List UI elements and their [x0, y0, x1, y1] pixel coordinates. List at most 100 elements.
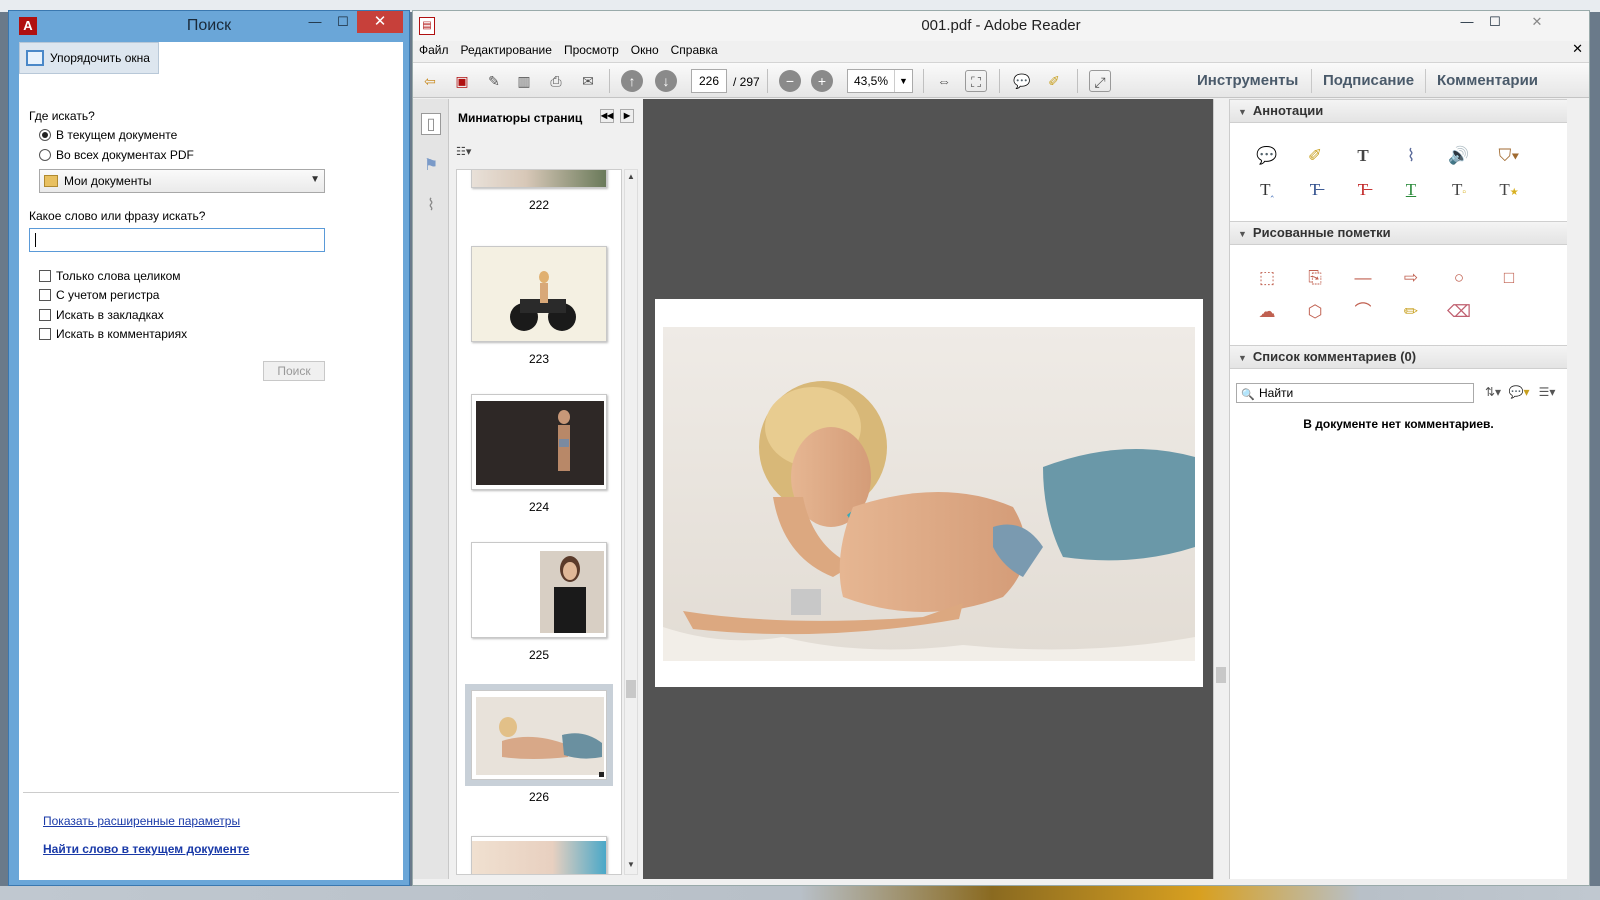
attach-file-icon[interactable]: ⌇ — [1398, 143, 1424, 169]
thumbnail-223[interactable]: 223 — [471, 246, 607, 366]
menu-help[interactable]: Справка — [665, 41, 724, 61]
attachment-icon[interactable]: ⌇ — [421, 195, 441, 217]
search-titlebar[interactable]: A Поиск — ☐ ✕ — [9, 11, 409, 41]
comment-list-title: Список комментариев (0) — [1252, 349, 1417, 364]
reader-maximize-button[interactable]: ☐ — [1481, 11, 1509, 33]
scroll-up-icon[interactable]: ▲ — [625, 172, 637, 184]
thumbnail-options-icon[interactable]: ☷▾ — [456, 145, 480, 161]
reader-close-button[interactable]: ✕ — [1523, 11, 1551, 33]
fit-page-icon[interactable]: ⛶ — [965, 70, 987, 92]
options-icon[interactable]: ☰▾ — [1534, 379, 1560, 405]
document-view[interactable] — [643, 99, 1213, 879]
search-input[interactable] — [29, 228, 325, 252]
save-icon[interactable]: ▥ — [513, 70, 535, 92]
pdf-page — [655, 299, 1203, 687]
bookmark-icon[interactable]: ⚑ — [421, 155, 441, 177]
scrollbar-thumb[interactable] — [626, 680, 636, 698]
sticky-note-icon[interactable]: 💬 — [1011, 70, 1033, 92]
page-number-input[interactable]: 226 — [691, 69, 727, 93]
rectangle-icon[interactable]: □ — [1496, 265, 1522, 291]
stamp-icon[interactable]: ⛉▾ — [1496, 143, 1522, 169]
strikethrough-icon[interactable]: T̶ — [1350, 177, 1376, 203]
sticky-note-icon[interactable]: 💬 — [1254, 143, 1280, 169]
email-icon[interactable]: ✉ — [577, 70, 599, 92]
checkbox-comments[interactable]: Искать в комментариях — [39, 327, 187, 341]
folder-dropdown[interactable]: Мои документы ▼ — [39, 169, 325, 193]
find-word-link[interactable]: Найти слово в текущем документе — [43, 842, 249, 856]
close-button[interactable]: ✕ — [357, 11, 403, 33]
arrow-icon[interactable]: ⇨ — [1398, 265, 1424, 291]
fit-width-icon[interactable]: ⇔ — [933, 70, 955, 92]
document-close-button[interactable]: ✕ — [1572, 41, 1583, 57]
zoom-level-input[interactable]: 43,5% ▼ — [847, 69, 913, 93]
text-box-icon[interactable]: ⬚ — [1254, 265, 1280, 291]
tab-tools[interactable]: Инструменты — [1197, 72, 1298, 89]
record-audio-icon[interactable]: 🔊 — [1446, 143, 1472, 169]
scroll-down-icon[interactable]: ▼ — [625, 860, 637, 872]
radio-current-document[interactable]: В текущем документе — [39, 128, 177, 142]
minimize-button[interactable]: — — [301, 11, 329, 33]
thumbnail-226[interactable]: 226 — [465, 684, 613, 804]
advanced-options-link[interactable]: Показать расширенные параметры — [43, 814, 240, 828]
expand-right-icon[interactable]: ▶ — [620, 109, 634, 123]
sort-icon[interactable]: ⇅▾ — [1480, 379, 1506, 405]
previous-page-icon[interactable]: ↑ — [621, 70, 643, 92]
callout-icon[interactable]: ⎘ — [1302, 265, 1328, 291]
insert-text-icon[interactable]: T‸ — [1254, 177, 1280, 203]
highlight-text-icon[interactable]: ✐ — [1302, 143, 1328, 169]
checkbox-bookmarks[interactable]: Искать в закладках — [39, 308, 164, 322]
right-panel-scrollbar[interactable] — [1569, 99, 1589, 879]
line-icon[interactable]: — — [1350, 265, 1376, 291]
thumbnail-222[interactable]: 222 — [471, 170, 607, 212]
replace-text-icon[interactable]: T̶ — [1302, 177, 1328, 203]
document-scrollbar[interactable] — [1213, 99, 1227, 879]
add-text-icon[interactable]: T — [1350, 143, 1376, 169]
radio-unselected-icon — [39, 149, 51, 161]
highlight-icon[interactable]: ✐ — [1043, 70, 1065, 92]
polygon-icon[interactable]: ⬡ — [1302, 299, 1328, 325]
search-button[interactable]: Поиск — [263, 361, 325, 381]
menu-file[interactable]: Файл — [413, 41, 455, 61]
checkbox-whole-words[interactable]: Только слова целиком — [39, 269, 181, 283]
underline-icon[interactable]: T — [1398, 177, 1424, 203]
text-highlight-star-icon[interactable]: T★ — [1496, 177, 1522, 203]
connected-lines-icon[interactable]: ⌒ — [1350, 299, 1376, 325]
annotations-header[interactable]: ▼ Аннотации — [1230, 99, 1567, 123]
print-icon[interactable]: ⎙ — [545, 70, 567, 92]
reader-titlebar[interactable]: ▤ 001.pdf - Adobe Reader — ☐ ✕ — [413, 11, 1589, 41]
scrollbar-thumb[interactable] — [1216, 667, 1226, 683]
zoom-in-icon[interactable]: + — [811, 70, 833, 92]
pencil-icon[interactable]: ✏ — [1398, 299, 1424, 325]
menu-edit[interactable]: Редактирование — [455, 41, 558, 61]
checkbox-match-case[interactable]: С учетом регистра — [39, 288, 159, 302]
menu-window[interactable]: Окно — [625, 41, 665, 61]
thumbnail-next[interactable] — [471, 836, 607, 874]
find-comment-input[interactable]: 🔍 Найти — [1236, 383, 1474, 403]
filter-comments-icon[interactable]: 💬▾ — [1506, 379, 1532, 405]
radio-all-documents[interactable]: Во всех документах PDF — [39, 148, 194, 162]
open-icon[interactable]: ⇦ — [419, 70, 441, 92]
maximize-button[interactable]: ☐ — [329, 11, 357, 33]
comment-list-header[interactable]: ▼ Список комментариев (0) — [1230, 345, 1567, 369]
cloud-icon[interactable]: ☁ — [1254, 299, 1280, 325]
zoom-out-icon[interactable]: − — [779, 70, 801, 92]
text-comment-icon[interactable]: T▫ — [1446, 177, 1472, 203]
arrange-windows-button[interactable]: Упорядочить окна — [19, 42, 159, 74]
edit-icon[interactable]: ✎ — [483, 70, 505, 92]
tab-sign[interactable]: Подписание — [1323, 72, 1414, 89]
tab-comments[interactable]: Комментарии — [1437, 72, 1538, 89]
oval-icon[interactable]: ○ — [1446, 265, 1472, 291]
drawing-header[interactable]: ▼ Рисованные пометки — [1230, 221, 1567, 245]
eraser-icon[interactable]: ⌫ — [1446, 299, 1472, 325]
create-pdf-icon[interactable]: ▣ — [451, 70, 473, 92]
collapse-left-icon[interactable]: ◀◀ — [600, 109, 614, 123]
menu-view[interactable]: Просмотр — [558, 41, 625, 61]
next-page-icon[interactable]: ↓ — [655, 70, 677, 92]
thumbnail-225[interactable]: 225 — [471, 542, 607, 662]
reader-minimize-button[interactable]: — — [1453, 11, 1481, 33]
thumbnail-224[interactable]: 224 — [471, 394, 607, 514]
full-screen-icon[interactable]: ⤢ — [1089, 70, 1111, 92]
chevron-down-icon[interactable]: ▼ — [894, 70, 912, 92]
page-thumbnails-icon[interactable]: ▯ — [421, 113, 441, 135]
thumbnail-scrollbar[interactable]: ▲ ▼ — [624, 169, 638, 875]
